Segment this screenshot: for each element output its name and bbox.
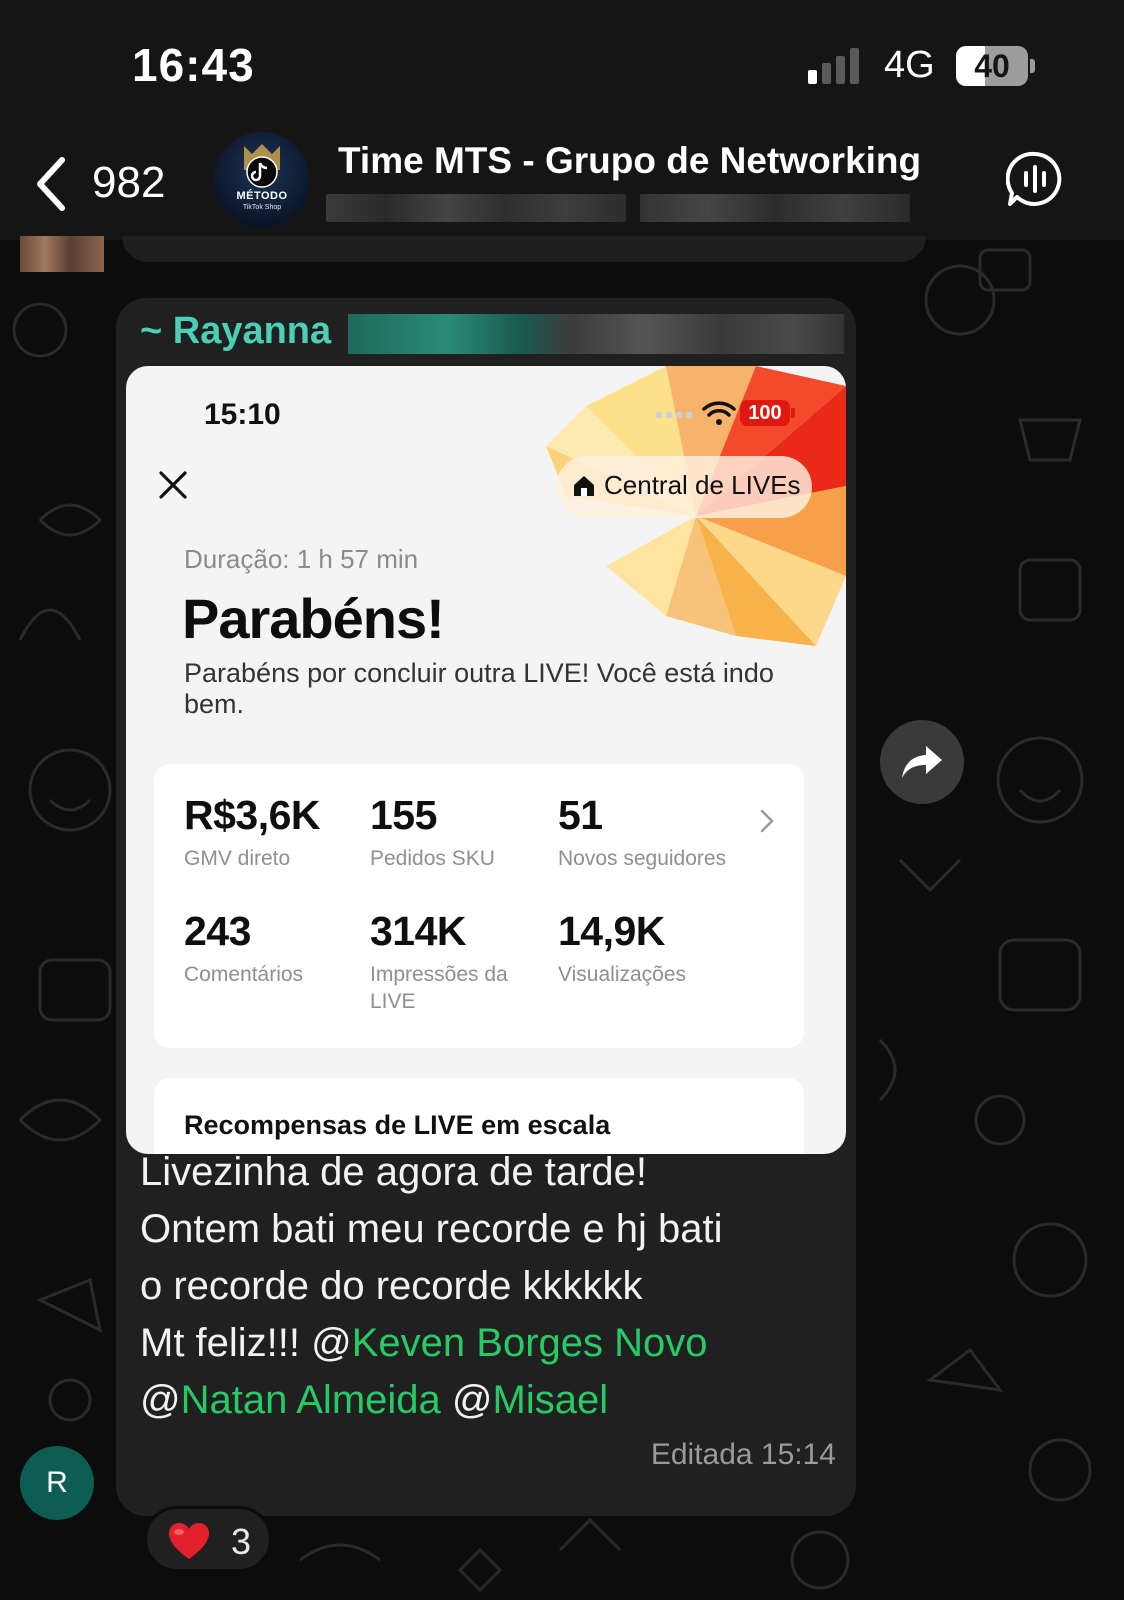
message-line: Ontem bati meu recorde e hj bati bbox=[140, 1207, 723, 1251]
rewards-title: Recompensas de LIVE em escala bbox=[184, 1110, 611, 1140]
message-line: Livezinha de agora de tarde! bbox=[140, 1150, 648, 1194]
battery-body: 40 bbox=[956, 46, 1028, 86]
stat-label: GMV direto bbox=[184, 847, 291, 870]
stat-label: Visualizações bbox=[558, 963, 687, 986]
chat-header: 982 MÉTODO TikTok Shop Time MTS - Grupo … bbox=[0, 124, 1124, 240]
mention-misael[interactable]: Misael bbox=[493, 1378, 609, 1422]
stat-seguidores: 51 Novos seguidores bbox=[558, 792, 758, 872]
sender-name[interactable]: ~ Rayanna bbox=[140, 310, 331, 353]
message-line: o recorde do recorde kkkkkk bbox=[140, 1264, 643, 1308]
message-line: Mt feliz!!! @Keven Borges Novo bbox=[140, 1315, 840, 1372]
participants-blurred bbox=[326, 194, 626, 222]
battery-percentage: 40 bbox=[974, 48, 1010, 84]
stat-pedidos: 155 Pedidos SKU bbox=[370, 792, 560, 872]
sender-avatar[interactable]: R bbox=[20, 1446, 94, 1520]
message-meta: Editada 15:14 bbox=[606, 1438, 836, 1472]
live-stats-card[interactable]: R$3,6K GMV direto 155 Pedidos SKU 51 Nov… bbox=[154, 764, 804, 1048]
mention-keven[interactable]: Keven Borges Novo bbox=[352, 1321, 708, 1365]
forward-button[interactable] bbox=[880, 720, 964, 804]
cellular-signal-icon bbox=[808, 48, 859, 84]
participants-blurred bbox=[640, 194, 910, 222]
stat-visualizacoes: 14,9K Visualizações bbox=[558, 908, 758, 988]
congrats-subtitle: Parabéns por concluir outra LIVE! Você e… bbox=[184, 658, 774, 719]
unread-count[interactable]: 982 bbox=[92, 158, 165, 208]
stat-value: 14,9K bbox=[558, 908, 665, 954]
stat-label: Pedidos SKU bbox=[370, 847, 495, 870]
previous-sender-avatar-blurred bbox=[20, 236, 104, 272]
close-icon[interactable] bbox=[158, 470, 188, 500]
tiktok-logo-icon bbox=[244, 144, 280, 188]
stat-comentarios: 243 Comentários bbox=[184, 908, 374, 988]
stat-value: 314K bbox=[370, 908, 467, 954]
message-text: Livezinha de agora de tarde! Ontem bati … bbox=[140, 1144, 840, 1429]
avatar-text-metodo: MÉTODO bbox=[236, 190, 288, 202]
stat-gmv: R$3,6K GMV direto bbox=[184, 792, 374, 872]
inner-battery-label: 100 bbox=[748, 402, 782, 424]
chevron-right-icon[interactable] bbox=[758, 808, 776, 834]
reaction-count: 3 bbox=[231, 1521, 252, 1562]
rewards-card[interactable]: Recompensas de LIVE em escala bbox=[154, 1078, 804, 1154]
inner-wifi-icon bbox=[702, 401, 736, 425]
message-line-text: Mt feliz!!! bbox=[140, 1321, 312, 1365]
image-attachment[interactable]: 15:10 100 Central de LIVEs Duração: 1 h … bbox=[126, 366, 846, 1154]
group-title[interactable]: Time MTS - Grupo de Networking bbox=[338, 140, 921, 182]
heart-icon bbox=[169, 1523, 209, 1559]
inner-battery-body: 100 bbox=[740, 400, 790, 426]
message-timestamp: 15:14 bbox=[760, 1438, 836, 1471]
central-de-lives-button[interactable]: Central de LIVEs bbox=[556, 456, 812, 518]
congrats-title: Parabéns! bbox=[182, 587, 445, 650]
battery-tip bbox=[1030, 59, 1035, 73]
stat-impressoes: 314K Impressões da LIVE bbox=[370, 908, 534, 1015]
message-line: @Natan Almeida @Misael bbox=[140, 1372, 840, 1429]
stat-value: 155 bbox=[370, 792, 437, 838]
group-voice-call-icon[interactable] bbox=[1006, 150, 1064, 208]
mention-at-sign: @ bbox=[451, 1378, 493, 1422]
status-bar: 16:43 4G 40 bbox=[0, 0, 1124, 124]
inner-battery-tip bbox=[791, 408, 795, 418]
home-icon bbox=[574, 476, 594, 496]
message-bubble[interactable]: ~ Rayanna 15:10 100 Central de LIVEs Dur… bbox=[116, 298, 856, 1516]
inner-battery-icon: 100 bbox=[740, 400, 796, 426]
stat-value: R$3,6K bbox=[184, 792, 321, 838]
stat-value: 51 bbox=[558, 792, 603, 838]
inner-phone-time: 15:10 bbox=[204, 398, 281, 431]
back-chevron-icon[interactable] bbox=[32, 154, 72, 214]
mention-natan[interactable]: Natan Almeida bbox=[181, 1378, 441, 1422]
mention-at-sign: @ bbox=[311, 1321, 352, 1365]
mention-at-sign: @ bbox=[140, 1378, 181, 1422]
stat-value: 243 bbox=[184, 908, 251, 954]
avatar-text-tiktok-shop: TikTok Shop bbox=[242, 204, 282, 211]
previous-message-bubble bbox=[122, 236, 926, 262]
sender-phone-blurred bbox=[348, 314, 844, 354]
battery-icon: 40 bbox=[956, 46, 1035, 86]
live-duration: Duração: 1 h 57 min bbox=[184, 544, 419, 574]
edited-label: Editada bbox=[650, 1438, 753, 1471]
network-type: 4G bbox=[884, 44, 935, 86]
inner-signal-dots-icon bbox=[655, 411, 693, 419]
stat-label: Comentários bbox=[184, 963, 304, 986]
stat-label: Novos seguidores bbox=[558, 847, 727, 870]
central-de-lives-label: Central de LIVEs bbox=[604, 470, 801, 500]
group-avatar[interactable]: MÉTODO TikTok Shop bbox=[214, 132, 310, 228]
forward-arrow-icon bbox=[902, 746, 942, 778]
status-time: 16:43 bbox=[132, 39, 255, 91]
reaction-pill[interactable]: 3 bbox=[144, 1506, 272, 1572]
stat-label: Impressões da LIVE bbox=[370, 963, 508, 1013]
